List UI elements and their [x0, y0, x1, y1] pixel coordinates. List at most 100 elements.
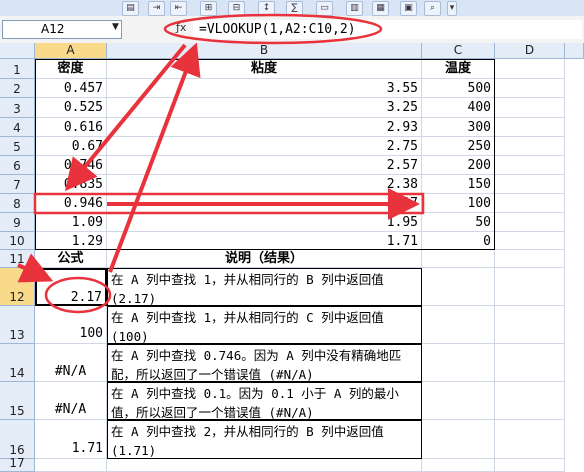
cell-a3[interactable]: 0.525: [35, 98, 107, 118]
cell-b12[interactable]: 在 A 列中查找 1，并从相同行的 B 列中返回值 (2.17): [107, 268, 422, 306]
row-header-10[interactable]: 10: [0, 232, 35, 250]
row-header-5[interactable]: 5: [0, 137, 35, 156]
cell-c13[interactable]: [422, 306, 495, 344]
cell-c7[interactable]: 150: [422, 175, 495, 194]
cell-a5[interactable]: 0.67: [35, 137, 107, 156]
cell-c16[interactable]: [422, 420, 495, 459]
chart-icon[interactable]: ▥: [346, 1, 363, 16]
cell-d10[interactable]: [495, 232, 565, 250]
row-header-9[interactable]: 9: [0, 213, 35, 232]
cell-d16[interactable]: [495, 420, 565, 459]
cell-c8[interactable]: 100: [422, 194, 495, 213]
cell-a15[interactable]: #N/A: [35, 382, 107, 420]
row-header-14[interactable]: 14: [0, 344, 35, 382]
row-header-2[interactable]: 2: [0, 79, 35, 98]
cell-d12[interactable]: [495, 268, 565, 306]
cell-a12-selected[interactable]: 2.17: [35, 268, 107, 306]
cell-c6[interactable]: 200: [422, 156, 495, 175]
cell-a9[interactable]: 1.09: [35, 213, 107, 232]
cell-c11[interactable]: [422, 250, 495, 268]
cell-a8[interactable]: 0.946: [35, 194, 107, 213]
cell-c12[interactable]: [422, 268, 495, 306]
row-header-11[interactable]: 11: [0, 250, 35, 268]
cell-d13[interactable]: [495, 306, 565, 344]
cell-b1[interactable]: 粘度: [107, 59, 422, 79]
column-header-e[interactable]: [565, 43, 584, 59]
cell-d7[interactable]: [495, 175, 565, 194]
select-all-corner[interactable]: [0, 43, 35, 59]
cell-a4[interactable]: 0.616: [35, 118, 107, 137]
row-header-8[interactable]: 8: [0, 194, 35, 213]
column-header-c[interactable]: C: [422, 43, 495, 59]
row-header-1[interactable]: 1: [0, 59, 35, 79]
cell-b10[interactable]: 1.71: [107, 232, 422, 250]
cell-d8[interactable]: [495, 194, 565, 213]
row-header-3[interactable]: 3: [0, 98, 35, 118]
cell-d3[interactable]: [495, 98, 565, 118]
cell-d2[interactable]: [495, 79, 565, 98]
cell-c3[interactable]: 400: [422, 98, 495, 118]
column-header-a[interactable]: A: [35, 43, 107, 59]
row-header-17[interactable]: 17: [0, 456, 35, 472]
cell-d1[interactable]: [495, 59, 565, 79]
cell-d6[interactable]: [495, 156, 565, 175]
indent-icon[interactable]: ⇥: [148, 1, 165, 16]
row-header-4[interactable]: 4: [0, 118, 35, 137]
dropdown-icon[interactable]: ▾: [447, 1, 457, 16]
cell-b15[interactable]: 在 A 列中查找 0.1。因为 0.1 小于 A 列的最小值，所以返回了一个错误…: [107, 382, 422, 420]
cell-c14[interactable]: [422, 344, 495, 382]
cell-a11[interactable]: 公式: [35, 250, 107, 268]
fx-icon[interactable]: ƒx: [176, 21, 186, 34]
cell-b9[interactable]: 1.95: [107, 213, 422, 232]
formula-input[interactable]: =VLOOKUP(1,A2:C10,2): [193, 20, 582, 39]
chart-icon-2[interactable]: ▦: [372, 1, 389, 16]
cell-b14[interactable]: 在 A 列中查找 0.746。因为 A 列中没有精确地匹配，所以返回了一个错误值…: [107, 344, 422, 382]
row-header-16[interactable]: 16: [0, 420, 35, 459]
cell-a17[interactable]: [35, 459, 107, 472]
cell-a16[interactable]: 1.71: [35, 420, 107, 459]
cell-b6[interactable]: 2.57: [107, 156, 422, 175]
cell-a14[interactable]: #N/A: [35, 344, 107, 382]
cell-b5[interactable]: 2.75: [107, 137, 422, 156]
cell-c4[interactable]: 300: [422, 118, 495, 137]
cell-b13[interactable]: 在 A 列中查找 1，并从相同行的 C 列中返回值 (100): [107, 306, 422, 344]
cell-d11[interactable]: [495, 250, 565, 268]
search-icon[interactable]: ⌕: [424, 1, 441, 16]
cell-b11[interactable]: 说明（结果）: [107, 250, 422, 268]
cell-c2[interactable]: 500: [422, 79, 495, 98]
group-icon[interactable]: ⊞: [200, 1, 217, 16]
cell-d14[interactable]: [495, 344, 565, 382]
cell-b16[interactable]: 在 A 列中查找 2，并从相同行的 B 列中返回值 (1.71): [107, 420, 422, 459]
cell-d4[interactable]: [495, 118, 565, 137]
cell-c5[interactable]: 250: [422, 137, 495, 156]
ungroup-icon[interactable]: ⊟: [228, 1, 245, 16]
cell-a13[interactable]: 100: [35, 306, 107, 344]
function-icon[interactable]: ∑: [286, 1, 303, 16]
ruler-icon[interactable]: ▤: [122, 1, 139, 16]
cell-a1[interactable]: 密度: [35, 59, 107, 79]
cell-b2[interactable]: 3.55: [107, 79, 422, 98]
cell-d5[interactable]: [495, 137, 565, 156]
cell-a10[interactable]: 1.29: [35, 232, 107, 250]
sort-icon[interactable]: ↕: [258, 1, 275, 16]
row-header-13[interactable]: 13: [0, 306, 35, 344]
cell-c1[interactable]: 温度: [422, 59, 495, 79]
cell-a7[interactable]: 0.835: [35, 175, 107, 194]
column-header-b[interactable]: B: [107, 43, 422, 59]
row-header-15[interactable]: 15: [0, 382, 35, 420]
row-header-12[interactable]: 12: [0, 268, 35, 306]
cell-c9[interactable]: 50: [422, 213, 495, 232]
cell-b8[interactable]: 2.17: [107, 194, 422, 213]
cell-b17[interactable]: [107, 459, 422, 472]
name-box[interactable]: A12: [2, 20, 122, 39]
cell-b7[interactable]: 2.38: [107, 175, 422, 194]
cell-b3[interactable]: 3.25: [107, 98, 422, 118]
cell-c17[interactable]: [422, 459, 495, 472]
row-header-6[interactable]: 6: [0, 156, 35, 175]
cell-b4[interactable]: 2.93: [107, 118, 422, 137]
cell-a6[interactable]: 0.746: [35, 156, 107, 175]
cell-c10[interactable]: 0: [422, 232, 495, 250]
cell-a2[interactable]: 0.457: [35, 79, 107, 98]
row-header-7[interactable]: 7: [0, 175, 35, 194]
calculator-icon[interactable]: ▣: [400, 1, 417, 16]
